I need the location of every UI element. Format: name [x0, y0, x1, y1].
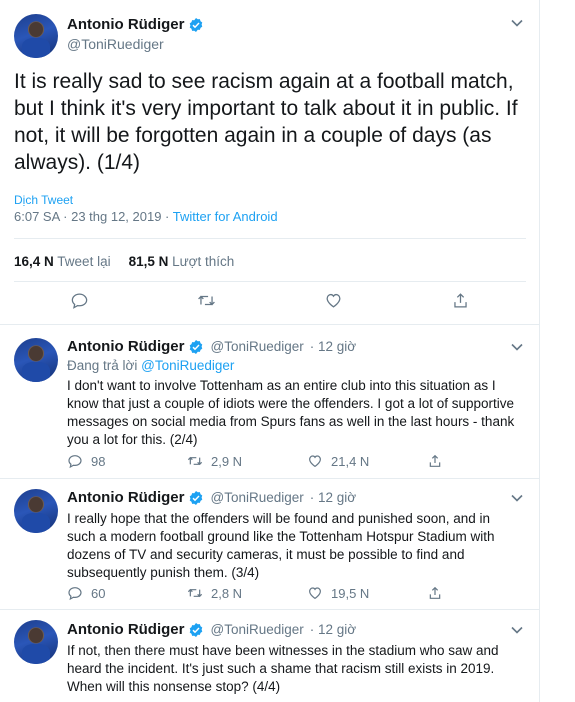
avatar[interactable]: [14, 14, 58, 58]
tweet-actions: 98 2,9 N 21,4 N: [67, 453, 467, 469]
main-tweet: Antonio Rüdiger @ToniRuediger It is real…: [0, 0, 540, 325]
tweet-actions: [14, 291, 526, 310]
avatar[interactable]: [14, 489, 58, 533]
like-icon[interactable]: [324, 291, 343, 310]
tweet-thread: Antonio Rüdiger @ToniRuediger It is real…: [0, 0, 540, 702]
retweet-stat[interactable]: 16,4 N Tweet lại: [14, 254, 111, 269]
author-name[interactable]: Antonio Rüdiger: [67, 16, 184, 33]
author-name[interactable]: Antonio Rüdiger: [67, 338, 184, 355]
reply-icon: [68, 587, 82, 601]
chevron-down-icon[interactable]: [510, 623, 524, 637]
retweet-icon: [187, 456, 203, 466]
like-icon: [309, 455, 321, 468]
like-button[interactable]: 19,5 N: [307, 585, 427, 601]
engagement-stats: 16,4 N Tweet lại 81,5 N Lượt thích: [14, 254, 234, 269]
tweet-text: If not, then there must have been witnes…: [67, 643, 499, 694]
like-icon: [309, 587, 321, 600]
tweet-actions: 60 2,8 N 19,5 N: [67, 585, 467, 601]
like-label: Lượt thích: [172, 254, 235, 269]
author-name[interactable]: Antonio Rüdiger: [67, 489, 184, 506]
retweet-count: 2,8 N: [211, 585, 243, 601]
retweet-count: 2,9 N: [211, 453, 243, 469]
like-count: 19,5 N: [331, 585, 370, 601]
share-button[interactable]: [427, 585, 457, 601]
reply-icon: [68, 455, 82, 469]
avatar[interactable]: [14, 620, 58, 664]
avatar[interactable]: [14, 338, 58, 382]
share-icon: [429, 454, 441, 467]
translate-link[interactable]: Dịch Tweet: [14, 193, 73, 207]
tweet-text: I don't want to involve Tottenham as an …: [67, 378, 515, 447]
retweet-icon: [187, 588, 203, 598]
chevron-down-icon[interactable]: [510, 491, 524, 505]
share-button[interactable]: [427, 453, 457, 469]
thread-reply[interactable]: Antonio Rüdiger @ToniRuediger · 12 giờ I…: [0, 610, 540, 702]
retweet-icon[interactable]: [197, 291, 216, 310]
tweet-time[interactable]: · 12 giờ: [310, 622, 356, 637]
author-handle[interactable]: @ToniRuediger: [210, 622, 303, 637]
author-handle[interactable]: @ToniRuediger: [210, 490, 303, 505]
verified-badge-icon: [190, 339, 203, 354]
thread-reply[interactable]: Antonio Rüdiger @ToniRuediger · 12 giờ Đ…: [0, 326, 540, 483]
like-stat[interactable]: 81,5 N Lượt thích: [129, 254, 235, 269]
verified-badge-icon: [190, 17, 203, 32]
author-name[interactable]: Antonio Rüdiger: [67, 621, 184, 638]
replying-to-label: Đang trả lời: [67, 358, 142, 373]
reply-button[interactable]: 98: [67, 453, 187, 469]
author-handle[interactable]: @ToniRuediger: [67, 36, 164, 52]
reply-icon[interactable]: [70, 291, 89, 310]
tweet-time[interactable]: 6:07 SA · 23 thg 12, 2019 ·: [14, 209, 173, 224]
like-button[interactable]: 21,4 N: [307, 453, 427, 469]
verified-badge-icon: [190, 490, 203, 505]
share-icon: [429, 586, 441, 599]
chevron-down-icon[interactable]: [510, 16, 524, 30]
tweet-time[interactable]: · 12 giờ: [310, 490, 356, 505]
divider: [14, 238, 526, 239]
retweet-button[interactable]: 2,9 N: [187, 453, 307, 469]
thread-reply[interactable]: Antonio Rüdiger @ToniRuediger · 12 giờ I…: [0, 479, 540, 609]
author-handle[interactable]: @ToniRuediger: [210, 339, 303, 354]
replying-to-handle[interactable]: @ToniRuediger: [141, 358, 234, 373]
replying-to: Đang trả lời @ToniRuediger: [67, 358, 234, 373]
verified-badge-icon: [190, 622, 203, 637]
divider: [14, 281, 526, 282]
reply-button[interactable]: 60: [67, 585, 187, 601]
chevron-down-icon[interactable]: [510, 340, 524, 354]
retweet-count: 16,4 N: [14, 254, 54, 269]
retweet-label: Tweet lại: [57, 254, 111, 269]
reply-count: 98: [91, 453, 106, 469]
share-icon[interactable]: [451, 291, 470, 310]
like-count: 81,5 N: [128, 254, 169, 269]
tweet-text: I really hope that the offenders will be…: [67, 511, 495, 580]
like-count: 21,4 N: [331, 453, 370, 469]
reply-count: 60: [91, 585, 106, 601]
tweet-meta: 6:07 SA · 23 thg 12, 2019 · Twitter for …: [14, 209, 278, 224]
tweet-source[interactable]: Twitter for Android: [173, 209, 278, 224]
tweet-text: It is really sad to see racism again at …: [14, 70, 518, 174]
retweet-button[interactable]: 2,8 N: [187, 585, 307, 601]
tweet-time[interactable]: · 12 giờ: [310, 339, 356, 354]
